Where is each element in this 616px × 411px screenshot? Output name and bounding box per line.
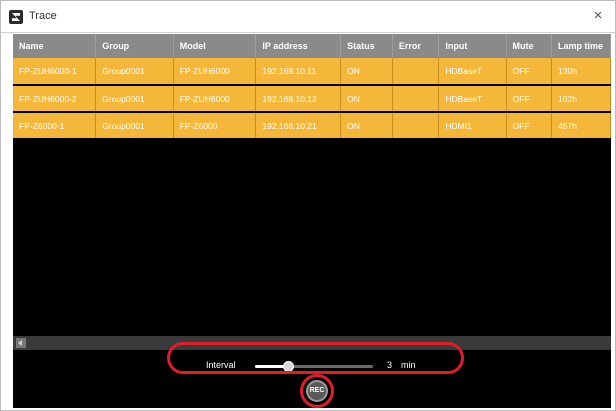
table-row[interactable]: FP-Z6000-1 Group0001 FP-Z6000 192.168.10… [13, 112, 611, 140]
cell-group: Group0001 [95, 112, 174, 140]
cell-ip-address: 192.168.10.12 [255, 85, 342, 113]
scroll-left-icon[interactable] [16, 338, 26, 348]
cell-name: FP-ZUH6000-1 [13, 58, 97, 86]
title-bar: Trace × [1, 1, 615, 33]
interval-value: 3 [387, 360, 393, 370]
cell-model: FP-ZUH6000 [173, 85, 257, 113]
cell-status: ON [340, 58, 393, 86]
cell-model: FP-ZUH6000 [173, 58, 257, 86]
cell-ip-address: 192.168.10.21 [255, 112, 342, 140]
column-header-lamp-time[interactable]: Lamp time [551, 34, 611, 58]
column-header-input[interactable]: Input [438, 34, 507, 58]
cell-input: HDBaseT [438, 85, 507, 113]
cell-mute: OFF [506, 112, 553, 140]
cell-status: ON [340, 85, 393, 113]
column-header-status[interactable]: Status [340, 34, 393, 58]
app-logo-icon [9, 10, 23, 24]
interval-control: Interval 3 min [13, 356, 611, 376]
cell-lamp-time: 457h [551, 112, 611, 140]
cell-status: ON [340, 112, 393, 140]
cell-name: FP-ZUH6000-2 [13, 85, 97, 113]
cell-error [392, 112, 440, 140]
window-title: Trace [29, 10, 57, 22]
cell-name: FP-Z6000-1 [13, 112, 97, 140]
rec-button[interactable]: REC [306, 380, 328, 402]
close-icon[interactable]: × [589, 7, 607, 25]
column-header-error[interactable]: Error [392, 34, 440, 58]
column-header-name[interactable]: Name [13, 34, 97, 58]
table-row[interactable]: FP-ZUH6000-2 Group0001 FP-ZUH6000 192.16… [13, 85, 611, 113]
trace-panel: Name Group Model IP address Status Error… [13, 34, 611, 408]
interval-label: Interval [206, 360, 236, 370]
column-header-mute[interactable]: Mute [506, 34, 553, 58]
column-header-group[interactable]: Group [95, 34, 174, 58]
interval-slider[interactable] [255, 361, 373, 372]
cell-input: HDBaseT [438, 58, 507, 86]
table-header-row: Name Group Model IP address Status Error… [13, 34, 611, 58]
cell-mute: OFF [506, 58, 553, 86]
column-header-ip-address[interactable]: IP address [255, 34, 342, 58]
table-row[interactable]: FP-ZUH6000-1 Group0001 FP-ZUH6000 192.16… [13, 58, 611, 86]
trace-window: Trace × Name Group Model IP address Stat… [0, 0, 616, 411]
cell-lamp-time: 102h [551, 85, 611, 113]
cell-ip-address: 192.168.10.11 [255, 58, 342, 86]
cell-error [392, 58, 440, 86]
horizontal-scrollbar[interactable] [13, 336, 611, 350]
cell-group: Group0001 [95, 58, 174, 86]
cell-lamp-time: 130h [551, 58, 611, 86]
cell-error [392, 85, 440, 113]
cell-mute: OFF [506, 85, 553, 113]
projector-table: Name Group Model IP address Status Error… [13, 34, 611, 140]
cell-input: HDMI1 [438, 112, 507, 140]
interval-unit: min [401, 360, 416, 370]
cell-model: FP-Z6000 [173, 112, 257, 140]
interval-slider-thumb[interactable] [283, 361, 295, 372]
cell-group: Group0001 [95, 85, 174, 113]
column-header-model[interactable]: Model [173, 34, 257, 58]
